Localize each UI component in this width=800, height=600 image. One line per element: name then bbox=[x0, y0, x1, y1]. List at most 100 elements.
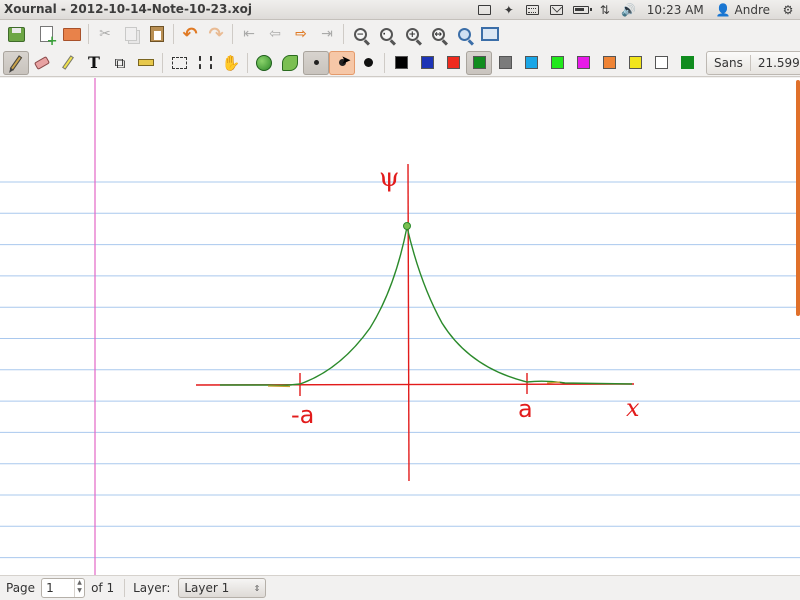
color-swatch-button[interactable] bbox=[414, 51, 440, 75]
zoom-page-width-button[interactable]: ↔ bbox=[425, 22, 451, 46]
redo-icon: ↷ bbox=[208, 23, 224, 45]
shapes-icon: ⧉ bbox=[114, 53, 126, 72]
color-swatch-button[interactable] bbox=[544, 51, 570, 75]
scissors-icon: ✂ bbox=[99, 26, 111, 42]
keyboard-icon[interactable] bbox=[521, 0, 545, 20]
fine-dot-icon bbox=[313, 60, 319, 65]
zoom-in-button[interactable]: + bbox=[399, 22, 425, 46]
volume-icon[interactable]: 🔊 bbox=[617, 0, 641, 20]
shape-recognizer-button[interactable]: ⧉ bbox=[107, 51, 133, 75]
font-name: Sans bbox=[714, 55, 743, 70]
color-swatch-button[interactable] bbox=[674, 51, 700, 75]
paste-icon bbox=[150, 26, 164, 42]
eraser-icon bbox=[33, 55, 51, 70]
mail-icon[interactable] bbox=[545, 0, 569, 20]
zoom-in-icon: + bbox=[405, 27, 419, 41]
clock[interactable]: 10:23 AM bbox=[641, 3, 710, 17]
color-swatch-button[interactable] bbox=[492, 51, 518, 75]
font-size: 21.5996 bbox=[757, 55, 800, 70]
hand-icon: ✋ bbox=[221, 53, 241, 72]
system-tray: ✦ ⇅ 🔊 10:23 AM 👤 Andre ⚙ bbox=[473, 0, 800, 20]
open-button[interactable] bbox=[59, 22, 85, 46]
cut-button[interactable]: ✂ bbox=[92, 22, 118, 46]
neg-a-label: -a bbox=[291, 401, 314, 429]
undo-icon: ↶ bbox=[182, 23, 198, 45]
psi-label: ψ bbox=[379, 163, 399, 193]
color-palette bbox=[388, 50, 700, 75]
y-axis-line bbox=[407, 163, 410, 482]
psi-curve bbox=[220, 226, 633, 387]
last-page-icon: ⇥ bbox=[321, 26, 333, 42]
separator bbox=[173, 24, 174, 44]
zoom-set-button[interactable] bbox=[451, 22, 477, 46]
note-canvas[interactable]: ψ x -a a bbox=[0, 78, 800, 575]
battery-icon[interactable] bbox=[569, 0, 593, 20]
color-swatch-button[interactable] bbox=[570, 51, 596, 75]
window-title: Xournal - 2012-10-14-Note-10-23.xoj bbox=[4, 2, 252, 16]
eraser-tool-button[interactable] bbox=[29, 51, 55, 75]
paste-button[interactable] bbox=[144, 22, 170, 46]
zoom-set-icon bbox=[457, 27, 471, 41]
pen-tool-button[interactable] bbox=[3, 50, 29, 75]
color-swatch-icon bbox=[628, 56, 642, 69]
zoom-100-button[interactable]: · bbox=[373, 22, 399, 46]
power-icon[interactable]: ⚙ bbox=[776, 0, 800, 20]
prev-page-button[interactable]: ⇦ bbox=[262, 22, 288, 46]
highlighter-tool-button[interactable] bbox=[55, 51, 81, 75]
color-swatch-button[interactable] bbox=[388, 51, 414, 75]
page-spinner[interactable]: 1 ▲ ▼ bbox=[41, 578, 86, 598]
first-page-button[interactable]: ⇤ bbox=[236, 22, 262, 46]
color-swatch-icon bbox=[602, 56, 616, 69]
zoom-out-button[interactable]: − bbox=[347, 22, 373, 46]
a-label: a bbox=[518, 395, 533, 423]
last-page-button[interactable]: ⇥ bbox=[314, 22, 340, 46]
color-swatch-button[interactable] bbox=[466, 50, 492, 75]
highlighter-icon bbox=[62, 55, 74, 70]
spinner-arrows-icon[interactable]: ▲ ▼ bbox=[74, 579, 84, 597]
color-swatch-icon bbox=[576, 56, 590, 69]
color-swatch-button[interactable] bbox=[440, 51, 466, 75]
next-page-button[interactable]: ⇨ bbox=[288, 22, 314, 46]
color-swatch-icon bbox=[654, 56, 668, 69]
save-button[interactable] bbox=[3, 22, 29, 46]
default-pen-button[interactable] bbox=[277, 51, 303, 75]
pencil-icon bbox=[9, 54, 23, 71]
user-menu[interactable]: 👤 Andre bbox=[710, 3, 776, 17]
copy-button[interactable] bbox=[118, 22, 144, 46]
top-panel: Xournal - 2012-10-14-Note-10-23.xoj ✦ ⇅ … bbox=[0, 0, 800, 20]
separator bbox=[384, 52, 385, 73]
color-swatch-button[interactable] bbox=[648, 51, 674, 75]
font-button[interactable]: Sans 21.5996 bbox=[706, 50, 800, 75]
default-tool-icon bbox=[256, 54, 272, 71]
color-swatch-icon bbox=[498, 56, 512, 69]
new-button[interactable] bbox=[33, 22, 59, 49]
dropbox-icon[interactable]: ✦ bbox=[497, 0, 521, 20]
color-swatch-button[interactable] bbox=[622, 51, 648, 75]
vertical-scrollbar[interactable] bbox=[796, 80, 800, 316]
page-svg: ψ x -a a bbox=[0, 78, 800, 575]
thickness-fine-button[interactable] bbox=[303, 50, 329, 75]
redo-button[interactable]: ↷ bbox=[203, 22, 229, 46]
network-icon[interactable]: ⇅ bbox=[593, 0, 617, 20]
select-vertical-space-button[interactable] bbox=[192, 51, 218, 75]
user-name: Andre bbox=[734, 3, 770, 17]
text-tool-button[interactable]: T bbox=[81, 51, 107, 75]
tools-toolbar: T ⧉ ✋ ➤ Sans 21.5996 bbox=[0, 49, 800, 77]
layer-select[interactable]: Layer 1 ⇕ bbox=[178, 578, 267, 598]
hand-tool-button[interactable]: ✋ bbox=[218, 51, 244, 75]
thick-dot-icon bbox=[363, 58, 373, 67]
color-swatch-button[interactable] bbox=[596, 51, 622, 75]
thickness-thick-button[interactable] bbox=[355, 51, 381, 75]
ruler-button[interactable] bbox=[133, 51, 159, 75]
page-label: Page bbox=[6, 581, 36, 595]
select-rectangle-button[interactable] bbox=[166, 51, 192, 75]
color-swatch-icon bbox=[420, 56, 434, 69]
fullscreen-button[interactable] bbox=[477, 22, 503, 46]
undo-button[interactable]: ↶ bbox=[177, 22, 203, 46]
color-swatch-button[interactable] bbox=[518, 51, 544, 75]
status-bar: Page 1 ▲ ▼ of 1 Layer: Layer 1 ⇕ bbox=[0, 575, 800, 600]
thickness-medium-button[interactable]: ➤ bbox=[329, 50, 355, 75]
text-icon: T bbox=[88, 53, 100, 72]
default-tool-button[interactable] bbox=[251, 51, 277, 75]
monitor-icon[interactable] bbox=[473, 0, 497, 20]
